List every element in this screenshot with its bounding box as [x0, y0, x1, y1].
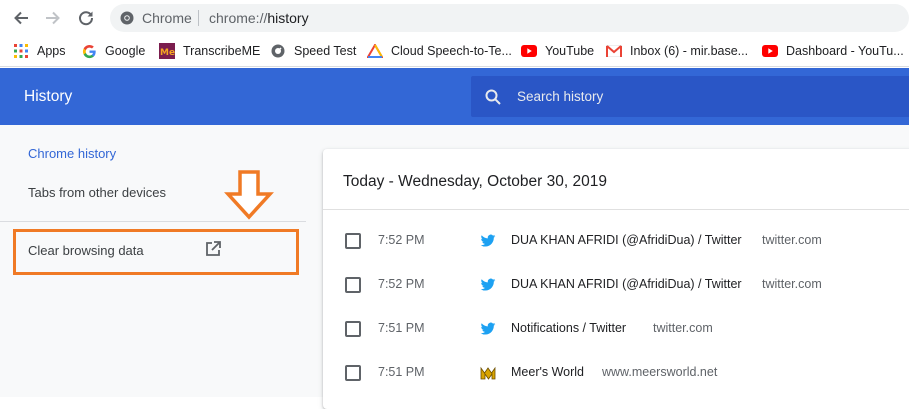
- entry-checkbox[interactable]: [345, 277, 361, 293]
- site-label: Chrome: [142, 10, 192, 26]
- browser-toolbar: Chrome chrome://history: [0, 0, 909, 36]
- sidebar-item-chrome-history[interactable]: Chrome history: [28, 146, 116, 161]
- twitter-icon: [480, 322, 496, 335]
- entry-checkbox[interactable]: [345, 365, 361, 381]
- bookmark-transcribeme[interactable]: Me TranscribeME: [159, 41, 260, 61]
- history-entry[interactable]: 7:52 PM DUA KHAN AFRIDI (@AfridiDua) / T…: [323, 263, 909, 307]
- entry-time: 7:51 PM: [378, 321, 425, 335]
- annotation-highlight-box: [13, 229, 299, 275]
- entry-domain: twitter.com: [653, 321, 713, 335]
- chrome-page-icon: [120, 11, 134, 25]
- url-path: history: [267, 10, 309, 26]
- url-scheme: chrome://: [209, 10, 268, 26]
- apps-grid-icon: [13, 43, 29, 59]
- bookmark-label: Speed Test: [294, 44, 357, 58]
- meers-world-icon: [480, 365, 496, 381]
- entry-time: 7:52 PM: [378, 277, 425, 291]
- card-divider: [323, 209, 909, 210]
- address-bar[interactable]: Chrome chrome://history: [110, 4, 909, 32]
- history-entry[interactable]: 7:51 PM Meer's World www.meersworld.net: [323, 351, 909, 395]
- history-day-title: Today - Wednesday, October 30, 2019: [343, 173, 607, 190]
- entry-domain: twitter.com: [762, 277, 822, 291]
- back-arrow-icon: [14, 11, 28, 25]
- entry-domain: www.meersworld.net: [602, 365, 718, 379]
- annotation-down-arrow-icon: [224, 170, 274, 220]
- forward-button[interactable]: [42, 7, 64, 29]
- reload-button[interactable]: [75, 7, 97, 29]
- youtube-icon: [762, 43, 778, 59]
- speedtest-icon: [270, 43, 286, 59]
- gmail-icon: [606, 43, 622, 59]
- bookmark-youtube[interactable]: YouTube: [521, 41, 594, 61]
- twitter-icon: [480, 278, 496, 291]
- reload-icon: [79, 11, 94, 26]
- entry-title[interactable]: DUA KHAN AFRIDI (@AfridiDua) / Twitter: [511, 233, 742, 247]
- history-entry[interactable]: 7:51 PM Notifications / Twitter twitter.…: [323, 307, 909, 351]
- youtube-icon: [521, 43, 537, 59]
- bookmark-label: Cloud Speech-to-Te...: [391, 44, 512, 58]
- bookmark-label: Apps: [37, 44, 66, 58]
- google-cloud-icon: [367, 43, 383, 59]
- address-url: chrome://history: [209, 10, 309, 26]
- bookmark-label: Google: [105, 44, 146, 58]
- bookmark-speed-test[interactable]: Speed Test: [270, 41, 356, 61]
- transcribeme-icon: Me: [159, 43, 175, 59]
- twitter-icon: [480, 234, 496, 247]
- bookmark-inbox[interactable]: Inbox (6) - mir.base...: [606, 41, 748, 61]
- history-entry[interactable]: 7:52 PM DUA KHAN AFRIDI (@AfridiDua) / T…: [323, 219, 909, 263]
- entry-checkbox[interactable]: [345, 321, 361, 337]
- history-header: History Search history: [0, 68, 909, 125]
- bookmark-dashboard-youtube[interactable]: Dashboard - YouTu...: [762, 41, 904, 61]
- bookmarks-bar: Apps Google Me TranscribeME Speed Test C…: [0, 36, 909, 67]
- entry-title[interactable]: DUA KHAN AFRIDI (@AfridiDua) / Twitter: [511, 277, 742, 291]
- sidebar-divider: [0, 221, 306, 222]
- search-history-input[interactable]: Search history: [471, 76, 909, 117]
- bookmark-google[interactable]: Google: [81, 41, 145, 61]
- history-content: Chrome history Tabs from other devices C…: [0, 125, 909, 409]
- bookmark-label: Inbox (6) - mir.base...: [630, 44, 749, 58]
- sidebar-item-tabs-other-devices[interactable]: Tabs from other devices: [28, 185, 166, 200]
- google-icon: [81, 43, 97, 59]
- search-placeholder: Search history: [517, 89, 604, 104]
- svg-text:Me: Me: [160, 48, 175, 58]
- bookmark-label: Dashboard - YouTu...: [786, 44, 904, 58]
- entry-title[interactable]: Meer's World: [511, 365, 584, 379]
- bookmark-apps[interactable]: Apps: [13, 41, 66, 61]
- page-title: History: [24, 88, 73, 105]
- entry-time: 7:52 PM: [378, 233, 425, 247]
- history-card: Today - Wednesday, October 30, 2019 7:52…: [323, 149, 909, 409]
- entry-domain: twitter.com: [762, 233, 822, 247]
- bookmark-cloud-speech[interactable]: Cloud Speech-to-Te...: [367, 41, 512, 61]
- back-button[interactable]: [10, 7, 32, 29]
- search-icon: [485, 89, 501, 105]
- entry-time: 7:51 PM: [378, 365, 425, 379]
- entry-checkbox[interactable]: [345, 233, 361, 249]
- address-separator: [198, 10, 199, 26]
- forward-arrow-icon: [46, 11, 60, 25]
- entry-title[interactable]: Notifications / Twitter: [511, 321, 626, 335]
- bookmark-label: TranscribeME: [183, 44, 261, 58]
- bookmark-label: YouTube: [545, 44, 595, 58]
